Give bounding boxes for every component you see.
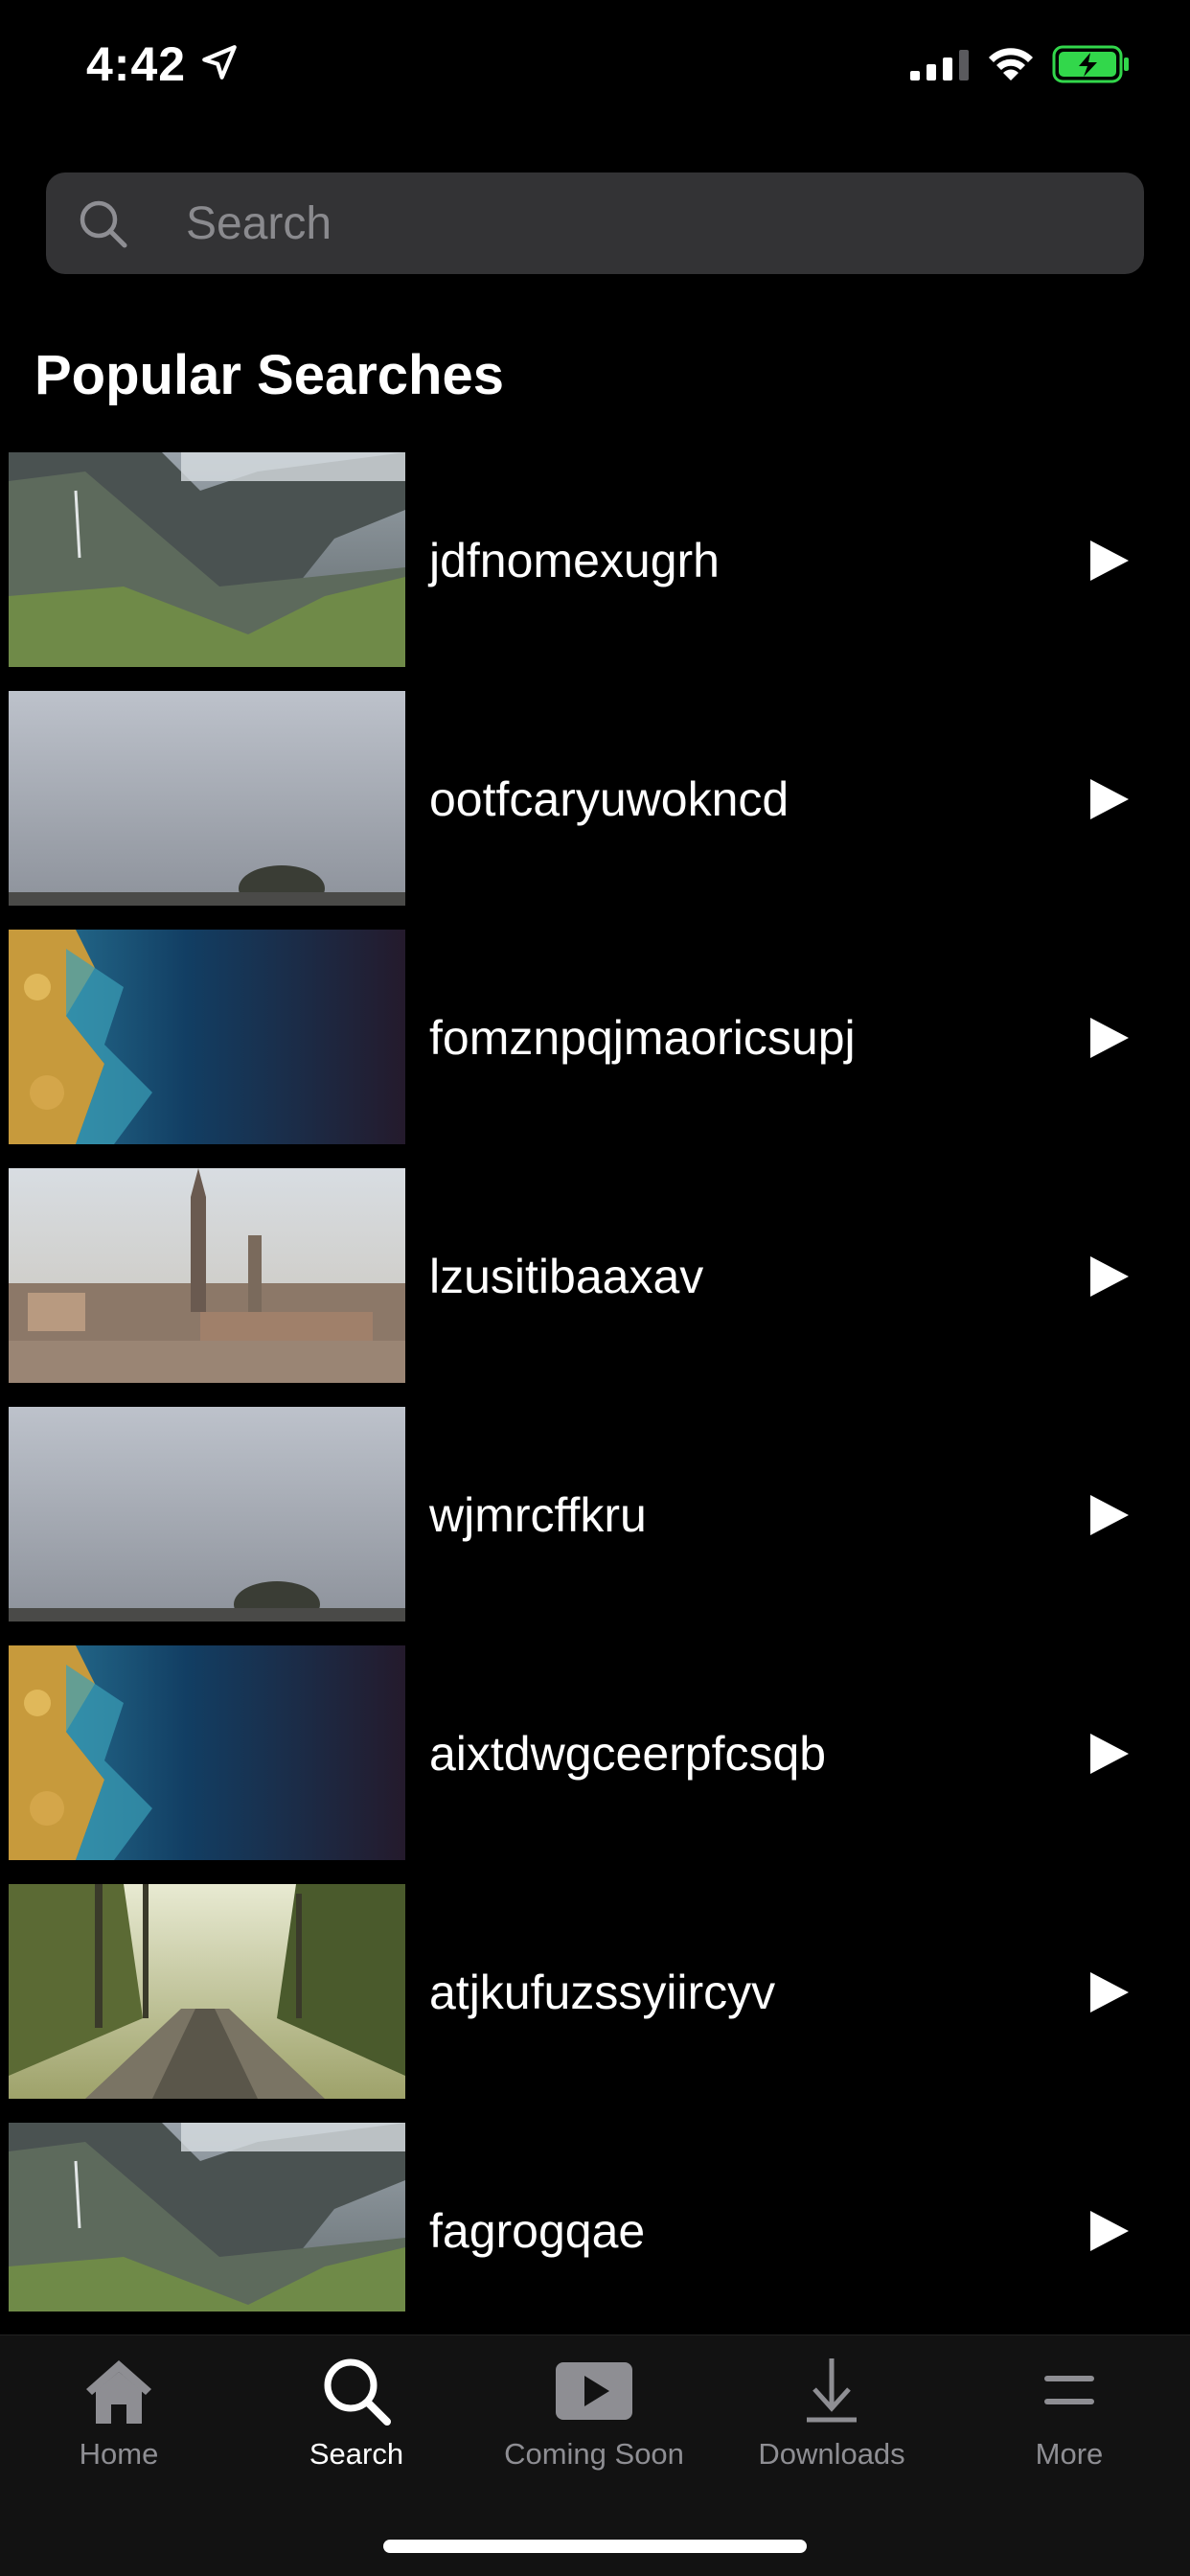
list-item[interactable]: fomznpqjmaoricsupj xyxy=(0,930,1190,1144)
aerial-coast-image xyxy=(9,930,405,1144)
foggy-rock-image xyxy=(9,691,405,906)
thumbnail-image xyxy=(9,691,405,906)
section-title: Popular Searches xyxy=(34,344,504,406)
play-rectangle-icon xyxy=(556,2362,632,2420)
item-title: jdfnomexugrh xyxy=(429,534,720,587)
tab-label: More xyxy=(1035,2437,1104,2471)
item-title: wjmrcffkru xyxy=(429,1488,647,1542)
list-item[interactable]: atjkufuzssyiircyv xyxy=(0,1884,1190,2099)
tab-more[interactable]: More xyxy=(950,2335,1188,2518)
list-item[interactable]: wjmrcffkru xyxy=(0,1407,1190,1622)
foggy-rock-image xyxy=(9,1407,405,1622)
item-title: fagrogqae xyxy=(429,2204,646,2258)
popular-searches-list: jdfnomexugrh ootfcaryuwokncd fomznpqjmao… xyxy=(0,452,1190,2312)
tab-label: Search xyxy=(309,2437,404,2471)
play-icon[interactable] xyxy=(1087,1016,1131,1060)
search-screen: 4:42 Popular Searches xyxy=(0,0,1190,2576)
thumbnail-image xyxy=(9,1645,405,1860)
play-icon[interactable] xyxy=(1087,1732,1131,1776)
mountain-valley-image xyxy=(9,2123,405,2312)
cellular-signal-icon xyxy=(910,50,969,80)
search-input[interactable] xyxy=(186,190,1106,257)
city-skyline-image xyxy=(9,1168,405,1383)
status-time: 4:42 xyxy=(86,37,187,91)
play-icon[interactable] xyxy=(1087,539,1131,583)
forest-railway-image xyxy=(9,1884,405,2099)
list-item[interactable]: fagrogqae xyxy=(0,2123,1190,2312)
mountain-valley-image xyxy=(9,452,405,667)
item-title: lzusitibaaxav xyxy=(429,1250,704,1303)
list-item[interactable]: jdfnomexugrh xyxy=(0,452,1190,667)
play-icon[interactable] xyxy=(1087,777,1131,821)
item-title: atjkufuzssyiircyv xyxy=(429,1966,776,2019)
tab-label: Downloads xyxy=(758,2437,905,2471)
tab-label: Coming Soon xyxy=(504,2437,684,2471)
tab-coming-soon[interactable]: Coming Soon xyxy=(475,2335,713,2518)
home-indicator[interactable] xyxy=(383,2540,807,2553)
battery-charging-icon xyxy=(1052,45,1129,83)
home-icon xyxy=(86,2360,151,2424)
wifi-icon xyxy=(989,48,1033,80)
play-icon[interactable] xyxy=(1087,2209,1131,2253)
search-icon xyxy=(80,200,127,248)
tab-downloads[interactable]: Downloads xyxy=(713,2335,950,2518)
thumbnail-image xyxy=(9,2123,405,2312)
search-icon xyxy=(324,2358,391,2426)
thumbnail-image xyxy=(9,1407,405,1622)
search-bar[interactable] xyxy=(46,172,1144,274)
tab-label: Home xyxy=(79,2437,159,2471)
list-item[interactable]: aixtdwgceerpfcsqb xyxy=(0,1645,1190,1860)
location-arrow-icon xyxy=(202,45,237,80)
play-icon[interactable] xyxy=(1087,1970,1131,2014)
download-icon xyxy=(807,2358,857,2423)
thumbnail-image xyxy=(9,1168,405,1383)
thumbnail-image xyxy=(9,452,405,667)
status-bar: 4:42 xyxy=(0,0,1190,134)
menu-icon xyxy=(1044,2376,1094,2404)
list-item[interactable]: ootfcaryuwokncd xyxy=(0,691,1190,906)
play-icon[interactable] xyxy=(1087,1254,1131,1299)
item-title: fomznpqjmaoricsupj xyxy=(429,1011,856,1065)
item-title: ootfcaryuwokncd xyxy=(429,772,790,826)
item-title: aixtdwgceerpfcsqb xyxy=(429,1727,827,1781)
tab-home[interactable]: Home xyxy=(0,2335,238,2518)
list-item[interactable]: lzusitibaaxav xyxy=(0,1168,1190,1383)
aerial-coast-image xyxy=(9,1645,405,1860)
tab-search[interactable]: Search xyxy=(238,2335,475,2518)
thumbnail-image xyxy=(9,930,405,1144)
play-icon[interactable] xyxy=(1087,1493,1131,1537)
thumbnail-image xyxy=(9,1884,405,2099)
